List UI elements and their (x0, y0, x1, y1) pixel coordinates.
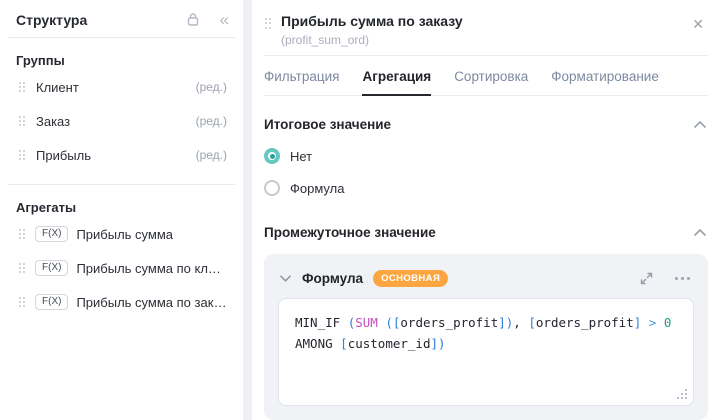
radio-selected-icon[interactable] (264, 148, 280, 164)
aggregate-label: Прибыль сумма по заказу (76, 294, 227, 310)
chevron-down-icon[interactable] (278, 273, 293, 284)
more-menu-icon[interactable] (675, 276, 690, 280)
formula-card-title: Формула (302, 270, 364, 286)
group-label: Клиент (36, 79, 79, 95)
panel-subtitle: (profit_sum_ord) (281, 33, 370, 47)
radio-option-none[interactable]: Нет (264, 148, 708, 164)
aggregate-row[interactable]: F(X) Прибыль сумма (0, 217, 243, 251)
aggregate-row[interactable]: F(X) Прибыль сумма по заказу (0, 285, 243, 319)
radio-option-formula[interactable]: Формула (264, 180, 708, 196)
intermediate-value-section-heading: Промежуточное значение (264, 225, 708, 240)
formula-editor[interactable]: MIN_IF (SUM ([orders_profit]), [orders_p… (278, 298, 694, 406)
structure-sidebar: Структура « Группы Клиент (ред.) Заказ (… (0, 0, 243, 420)
sidebar-header: Структура « (0, 0, 243, 37)
close-icon[interactable]: ✕ (688, 15, 708, 33)
drag-handle-icon[interactable] (18, 262, 26, 275)
aggregate-label: Прибыль сумма (76, 226, 174, 242)
group-label: Заказ (36, 113, 71, 129)
edit-link[interactable]: (ред.) (196, 114, 227, 128)
tab-filtering[interactable]: Фильтрация (264, 56, 339, 95)
formula-fx-badge: F(X) (35, 260, 69, 276)
sidebar-divider (8, 184, 235, 185)
formula-card-header: Формула ОСНОВНАЯ (278, 263, 694, 293)
groups-heading: Группы (16, 53, 65, 68)
panel-gap-divider (243, 0, 252, 420)
collapse-panel-icon[interactable]: « (220, 11, 229, 28)
aggregate-row[interactable]: F(X) Прибыль сумма по клие… (0, 251, 243, 285)
panel-header: Прибыль сумма по заказу (profit_sum_ord)… (264, 0, 708, 56)
aggregates-heading: Агрегаты (16, 200, 77, 215)
total-value-section-heading: Итоговое значение (264, 117, 708, 132)
expand-icon[interactable] (640, 272, 653, 285)
chevron-up-icon[interactable] (692, 227, 708, 238)
drag-handle-icon[interactable] (18, 296, 26, 309)
radio-label: Формула (290, 180, 345, 196)
sidebar-title: Структура (16, 11, 88, 28)
resize-grip-icon[interactable] (676, 388, 687, 399)
tab-sorting[interactable]: Сортировка (454, 56, 528, 95)
group-row-client[interactable]: Клиент (ред.) (0, 70, 243, 104)
tab-formatting[interactable]: Форматирование (551, 56, 659, 95)
chevron-up-icon[interactable] (692, 119, 708, 130)
radio-label: Нет (290, 148, 313, 164)
group-label: Прибыль (36, 147, 91, 163)
drag-handle-icon[interactable] (18, 228, 26, 241)
radio-unselected-icon[interactable] (264, 180, 280, 196)
sidebar-divider (8, 37, 235, 38)
lock-icon[interactable] (186, 12, 200, 27)
primary-badge: ОСНОВНАЯ (373, 269, 449, 287)
formula-card: Формула ОСНОВНАЯ MIN_IF (SUM ([orders_pr… (264, 254, 708, 420)
settings-tabs: Фильтрация Агрегация Сортировка Форматир… (264, 56, 708, 96)
edit-link[interactable]: (ред.) (196, 148, 227, 162)
drag-handle-icon[interactable] (18, 115, 26, 128)
panel-title: Прибыль сумма по заказу (281, 13, 463, 29)
field-settings-panel: Прибыль сумма по заказу (profit_sum_ord)… (252, 0, 723, 420)
total-value-heading-text: Итоговое значение (264, 117, 392, 132)
drag-handle-icon[interactable] (18, 149, 26, 162)
group-row-profit[interactable]: Прибыль (ред.) (0, 138, 243, 172)
tab-aggregation[interactable]: Агрегация (362, 56, 431, 96)
group-row-order[interactable]: Заказ (ред.) (0, 104, 243, 138)
edit-link[interactable]: (ред.) (196, 80, 227, 94)
formula-fx-badge: F(X) (35, 226, 69, 242)
formula-fx-badge: F(X) (35, 294, 69, 310)
drag-handle-icon[interactable] (18, 81, 26, 94)
intermediate-value-heading-text: Промежуточное значение (264, 225, 436, 240)
drag-handle-icon[interactable] (264, 17, 272, 30)
aggregate-label: Прибыль сумма по клие… (76, 260, 227, 276)
